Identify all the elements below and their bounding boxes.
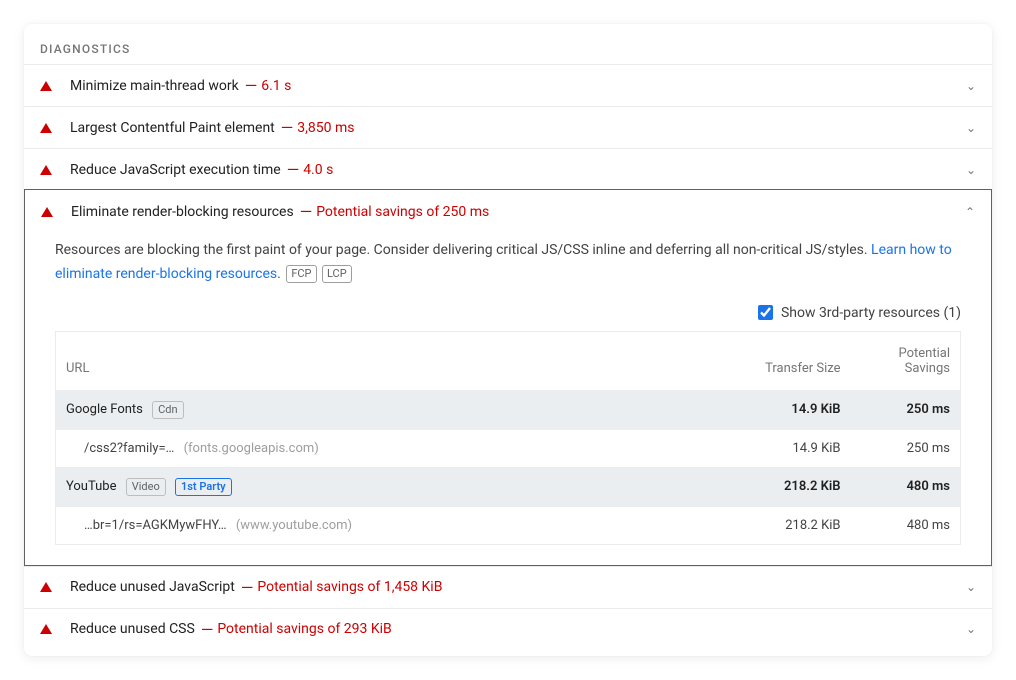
lcp-badge: LCP: [322, 265, 352, 283]
resource-host: (fonts.googleapis.com): [184, 441, 319, 456]
show-3rd-party: Show 3rd-party resources (1): [55, 305, 961, 321]
audit-unused-css: Reduce unused CSS — Potential savings of…: [24, 608, 992, 650]
chevron-down-icon: ⌄: [966, 121, 976, 135]
audit-header[interactable]: Minimize main-thread work — 6.1 s ⌄: [24, 65, 992, 106]
show-3rd-party-checkbox[interactable]: [758, 305, 773, 320]
group-name: YouTube: [66, 479, 117, 494]
audit-header[interactable]: Reduce JavaScript execution time — 4.0 s…: [24, 149, 992, 190]
tag-1st-party: 1st Party: [175, 478, 232, 496]
col-url: URL: [56, 331, 662, 390]
chevron-up-icon: ⌃: [965, 205, 975, 219]
group-savings: 250 ms: [851, 390, 961, 430]
tag-cdn: Cdn: [152, 401, 183, 419]
col-transfer: Transfer Size: [662, 331, 851, 390]
table-header-row: URL Transfer Size Potential Savings: [56, 331, 961, 390]
audit-metric: Potential savings of 293 KiB: [217, 621, 391, 637]
group-transfer: 218.2 KiB: [662, 467, 851, 507]
group-row-youtube[interactable]: YouTube Video 1st Party 218.2 KiB 480 ms: [56, 467, 961, 507]
audit-metric: Potential savings of 250 ms: [316, 204, 489, 220]
audit-description: Resources are blocking the first paint o…: [55, 239, 961, 287]
audit-title: Eliminate render-blocking resources: [71, 204, 294, 220]
audit-header[interactable]: Reduce unused JavaScript — Potential sav…: [24, 567, 992, 608]
audit-title: Largest Contentful Paint element: [70, 120, 275, 136]
desc-text: Resources are blocking the first paint o…: [55, 242, 871, 258]
audit-header[interactable]: Eliminate render-blocking resources — Po…: [25, 190, 991, 233]
resource-url-cell: …br=1/rs=AGKMywFHY… (www.youtube.com): [56, 507, 662, 545]
audit-minimize-main-thread: Minimize main-thread work — 6.1 s ⌄: [24, 64, 992, 106]
group-transfer: 14.9 KiB: [662, 390, 851, 430]
resource-savings: 250 ms: [851, 430, 961, 467]
col-savings: Potential Savings: [851, 331, 961, 390]
dash: —: [245, 76, 258, 95]
resource-url-cell: /css2?family=… (fonts.googleapis.com): [56, 430, 662, 467]
audit-body: Resources are blocking the first paint o…: [25, 233, 991, 565]
audit-render-blocking: Eliminate render-blocking resources — Po…: [24, 189, 992, 566]
triangle-icon: [40, 123, 52, 133]
audit-metric: 6.1 s: [261, 78, 291, 94]
audit-metric: 3,850 ms: [297, 120, 354, 136]
audit-title: Reduce unused JavaScript: [70, 579, 235, 595]
audit-header[interactable]: Largest Contentful Paint element — 3,850…: [24, 107, 992, 148]
resource-savings: 480 ms: [851, 507, 961, 545]
section-title: DIAGNOSTICS: [24, 24, 992, 64]
audit-js-execution-time: Reduce JavaScript execution time — 4.0 s…: [24, 148, 992, 190]
audit-title: Reduce unused CSS: [70, 621, 195, 637]
dash: —: [201, 620, 214, 639]
group-savings: 480 ms: [851, 467, 961, 507]
chevron-down-icon: ⌄: [966, 163, 976, 177]
group-name: Google Fonts: [66, 402, 143, 417]
resource-transfer: 218.2 KiB: [662, 507, 851, 545]
resource-row[interactable]: /css2?family=… (fonts.googleapis.com) 14…: [56, 430, 961, 467]
audit-metric: Potential savings of 1,458 KiB: [257, 579, 442, 595]
resource-path: …br=1/rs=AGKMywFHY…: [66, 518, 227, 533]
dash: —: [287, 160, 300, 179]
chevron-down-icon: ⌄: [966, 580, 976, 594]
triangle-icon: [40, 582, 52, 592]
show-3rd-party-label: Show 3rd-party resources (1): [781, 305, 961, 321]
chevron-down-icon: ⌄: [966, 622, 976, 636]
resources-table: URL Transfer Size Potential Savings Goog…: [55, 331, 961, 545]
triangle-icon: [40, 81, 52, 91]
resource-transfer: 14.9 KiB: [662, 430, 851, 467]
chevron-down-icon: ⌄: [966, 79, 976, 93]
triangle-icon: [40, 165, 52, 175]
triangle-icon: [41, 207, 53, 217]
group-name-cell: Google Fonts Cdn: [56, 390, 662, 430]
audit-lcp-element: Largest Contentful Paint element — 3,850…: [24, 106, 992, 148]
group-row-google-fonts[interactable]: Google Fonts Cdn 14.9 KiB 250 ms: [56, 390, 961, 430]
audit-unused-js: Reduce unused JavaScript — Potential sav…: [24, 566, 992, 608]
dash: —: [241, 578, 254, 597]
audit-title: Minimize main-thread work: [70, 78, 239, 94]
group-name-cell: YouTube Video 1st Party: [56, 467, 662, 507]
resource-path: /css2?family=…: [66, 441, 174, 456]
audit-header[interactable]: Reduce unused CSS — Potential savings of…: [24, 609, 992, 650]
diagnostics-panel: DIAGNOSTICS Minimize main-thread work — …: [24, 24, 992, 656]
tag-video: Video: [126, 478, 166, 496]
dash: —: [300, 202, 313, 221]
audit-metric: 4.0 s: [303, 162, 333, 178]
resource-host: (www.youtube.com): [236, 518, 352, 533]
triangle-icon: [40, 624, 52, 634]
fcp-badge: FCP: [286, 265, 316, 283]
resource-row[interactable]: …br=1/rs=AGKMywFHY… (www.youtube.com) 21…: [56, 507, 961, 545]
dash: —: [281, 118, 294, 137]
desc-post: .: [277, 266, 284, 282]
audit-title: Reduce JavaScript execution time: [70, 162, 281, 178]
